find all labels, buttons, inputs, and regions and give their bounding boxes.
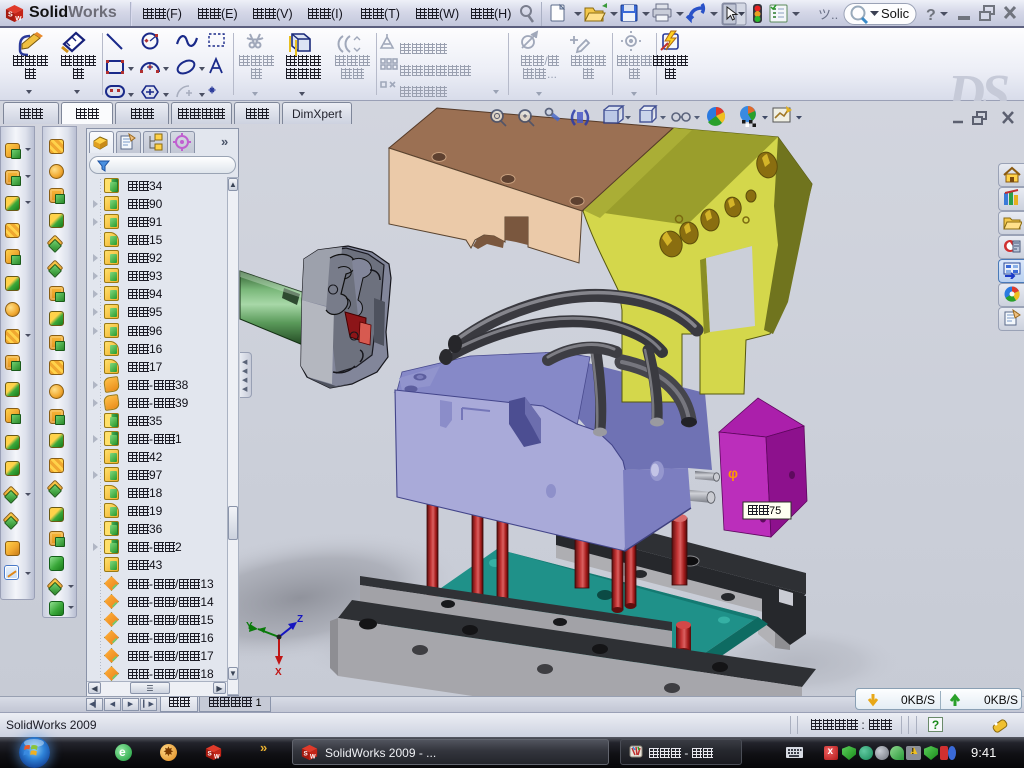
svg-text:W: W [310,755,316,761]
svg-text:S: S [208,750,212,757]
svg-text:W: W [15,15,22,22]
svg-text:S: S [8,11,13,19]
svg-text:Y: Y [246,621,253,632]
svg-text:Solic: Solic [881,6,910,21]
svg-text:X: X [275,667,282,678]
svg-text:W: W [214,755,220,761]
svg-text:?: ? [926,7,936,24]
svg-text:S: S [304,750,308,757]
svg-text:φ: φ [728,465,738,481]
svg-text:ツ..: ツ.. [818,7,838,22]
svg-text:Z: Z [297,614,303,625]
